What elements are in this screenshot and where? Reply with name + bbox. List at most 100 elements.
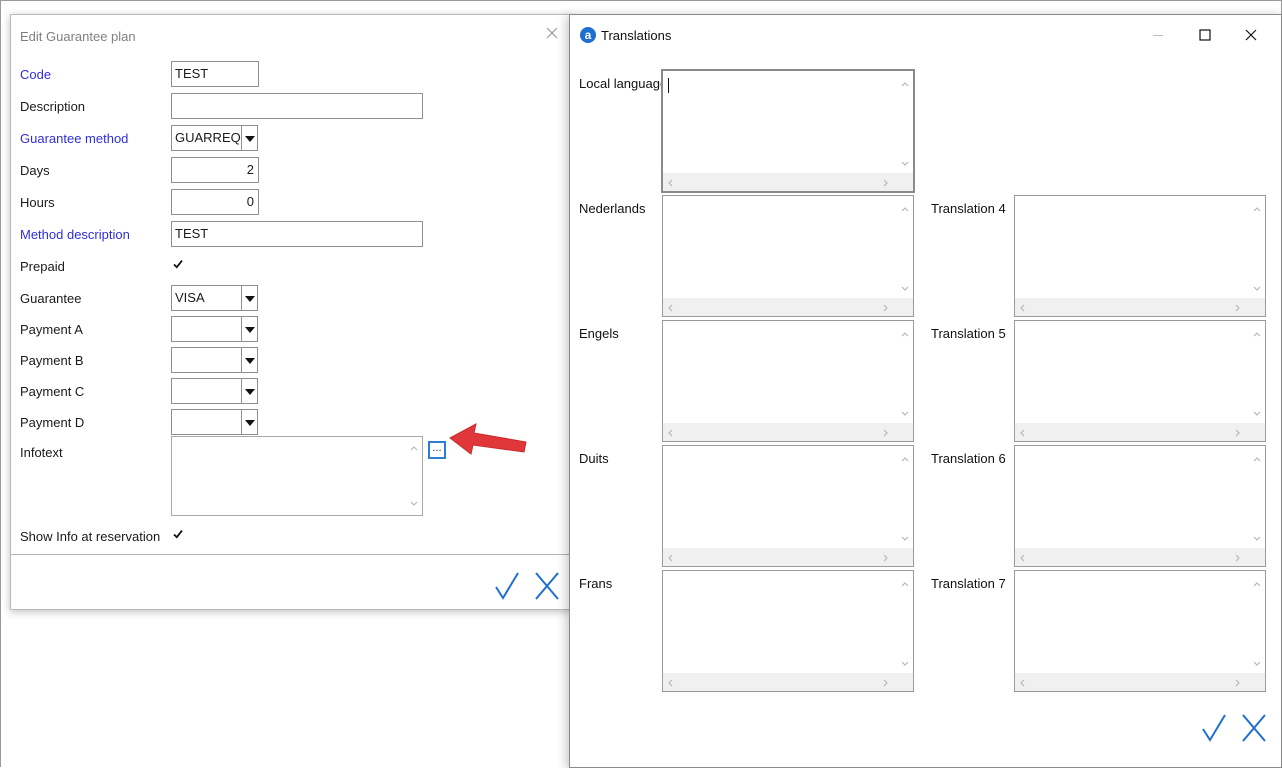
translation-7-label: Translation 7	[931, 576, 1006, 591]
scroll-right-icon[interactable]	[1235, 429, 1241, 437]
method-description-input[interactable]: TEST	[171, 221, 423, 247]
scroll-left-icon[interactable]	[667, 554, 673, 562]
translation-5-label: Translation 5	[931, 326, 1006, 341]
description-input[interactable]	[171, 93, 423, 119]
payment-d-value	[171, 409, 242, 435]
close-icon[interactable]	[544, 25, 560, 41]
scroll-right-icon[interactable]	[883, 179, 889, 187]
horizontal-scrollbar[interactable]	[663, 423, 896, 441]
scroll-right-icon[interactable]	[883, 679, 889, 687]
chevron-down-icon[interactable]	[241, 125, 258, 151]
scroll-corner	[1248, 548, 1265, 566]
scroll-corner	[896, 673, 913, 691]
scroll-right-icon[interactable]	[1235, 679, 1241, 687]
scroll-down-icon[interactable]	[901, 286, 909, 292]
confirm-check-icon[interactable]	[494, 571, 520, 601]
scroll-down-icon[interactable]	[1253, 536, 1261, 542]
scroll-right-icon[interactable]	[1235, 304, 1241, 312]
horizontal-scrollbar[interactable]	[663, 548, 896, 566]
frans-label: Frans	[579, 576, 613, 591]
scroll-up-icon[interactable]	[901, 581, 909, 587]
scroll-down-icon[interactable]	[901, 661, 909, 667]
horizontal-scrollbar[interactable]	[1015, 673, 1248, 691]
scroll-down-icon[interactable]	[901, 411, 909, 417]
cancel-x-icon[interactable]	[533, 571, 561, 601]
scroll-down-icon[interactable]	[1253, 661, 1261, 667]
chevron-down-icon[interactable]	[241, 316, 258, 342]
description-label: Description	[20, 99, 86, 114]
minimize-icon[interactable]	[1148, 25, 1168, 45]
code-input[interactable]: TEST	[171, 61, 259, 87]
translation-7-textarea[interactable]	[1014, 570, 1266, 692]
scroll-right-icon[interactable]	[883, 304, 889, 312]
scroll-up-icon[interactable]	[1253, 206, 1261, 212]
hours-label: Hours	[20, 195, 55, 210]
scroll-up-icon[interactable]	[901, 331, 909, 337]
horizontal-scrollbar[interactable]	[663, 673, 896, 691]
cancel-x-icon[interactable]	[1240, 713, 1268, 743]
code-label: Code	[20, 67, 52, 82]
horizontal-scrollbar[interactable]	[1015, 423, 1248, 441]
local-language-textarea[interactable]	[661, 69, 915, 193]
hours-input[interactable]: 0	[171, 189, 259, 215]
guarantee-method-value: GUARREQ	[171, 125, 242, 151]
footer-divider	[11, 554, 571, 555]
nederlands-textarea[interactable]	[662, 195, 914, 317]
guarantee-label: Guarantee	[20, 291, 82, 306]
scroll-left-icon[interactable]	[667, 304, 673, 312]
edit-guarantee-plan-dialog: Edit Guarantee plan Code TEST Descriptio…	[10, 14, 572, 610]
chevron-down-icon[interactable]	[241, 347, 258, 373]
infotext-textarea[interactable]	[171, 436, 423, 516]
scroll-left-icon[interactable]	[667, 429, 673, 437]
scroll-up-icon[interactable]	[1253, 331, 1261, 337]
maximize-icon[interactable]	[1195, 25, 1215, 45]
scroll-up-icon[interactable]	[410, 445, 418, 451]
translation-5-textarea[interactable]	[1014, 320, 1266, 442]
guarantee-method-select[interactable]: GUARREQ	[171, 125, 259, 151]
scroll-left-icon[interactable]	[667, 679, 673, 687]
horizontal-scrollbar[interactable]	[1015, 298, 1248, 316]
payment-d-select[interactable]	[171, 409, 259, 435]
guarantee-select[interactable]: VISA	[171, 285, 259, 311]
scroll-left-icon[interactable]	[1019, 679, 1025, 687]
scroll-left-icon[interactable]	[1019, 304, 1025, 312]
confirm-check-icon[interactable]	[1201, 713, 1227, 743]
translation-6-textarea[interactable]	[1014, 445, 1266, 567]
horizontal-scrollbar[interactable]	[663, 298, 896, 316]
scroll-down-icon[interactable]	[1253, 286, 1261, 292]
payment-c-value	[171, 378, 242, 404]
payment-c-select[interactable]	[171, 378, 259, 404]
payment-a-select[interactable]	[171, 316, 259, 342]
scroll-up-icon[interactable]	[1253, 456, 1261, 462]
scroll-down-icon[interactable]	[901, 536, 909, 542]
engels-textarea[interactable]	[662, 320, 914, 442]
horizontal-scrollbar[interactable]	[1015, 548, 1248, 566]
infotext-label: Infotext	[20, 445, 63, 460]
chevron-down-icon[interactable]	[241, 378, 258, 404]
scroll-left-icon[interactable]	[1019, 554, 1025, 562]
days-input[interactable]: 2	[171, 157, 259, 183]
horizontal-scrollbar[interactable]	[663, 173, 896, 191]
close-icon[interactable]	[1241, 25, 1261, 45]
scroll-down-icon[interactable]	[410, 501, 418, 507]
scroll-right-icon[interactable]	[883, 429, 889, 437]
payment-b-select[interactable]	[171, 347, 259, 373]
duits-textarea[interactable]	[662, 445, 914, 567]
translation-4-label: Translation 4	[931, 201, 1006, 216]
translation-4-textarea[interactable]	[1014, 195, 1266, 317]
scroll-right-icon[interactable]	[883, 554, 889, 562]
scroll-up-icon[interactable]	[901, 81, 909, 87]
scroll-right-icon[interactable]	[1235, 554, 1241, 562]
frans-textarea[interactable]	[662, 570, 914, 692]
scroll-up-icon[interactable]	[901, 456, 909, 462]
scroll-down-icon[interactable]	[1253, 411, 1261, 417]
chevron-down-icon[interactable]	[241, 285, 258, 311]
chevron-down-icon[interactable]	[241, 409, 258, 435]
scroll-left-icon[interactable]	[667, 179, 673, 187]
scroll-up-icon[interactable]	[901, 206, 909, 212]
prepaid-checkbox[interactable]	[172, 258, 184, 270]
scroll-left-icon[interactable]	[1019, 429, 1025, 437]
scroll-up-icon[interactable]	[1253, 581, 1261, 587]
show-info-checkbox[interactable]	[172, 528, 184, 540]
scroll-down-icon[interactable]	[901, 161, 909, 167]
